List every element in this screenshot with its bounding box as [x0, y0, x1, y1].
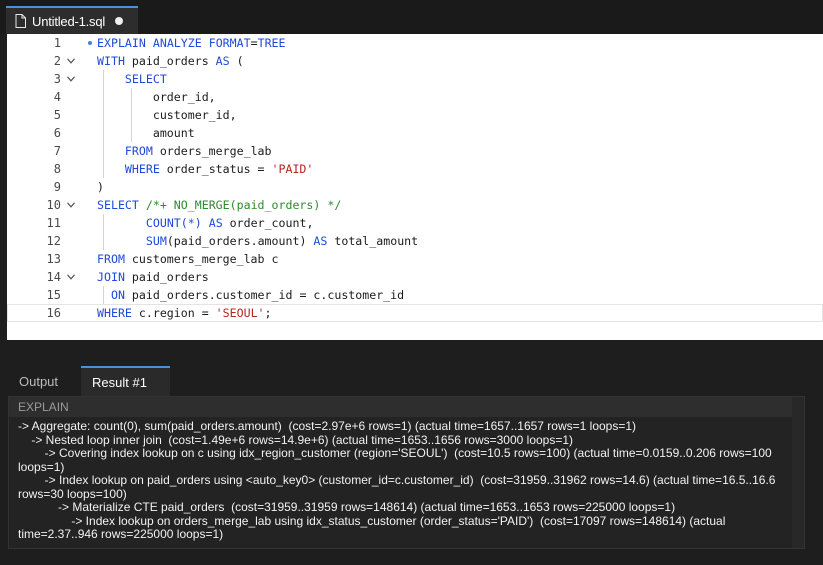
code-text[interactable]: JOIN paid_orders [97, 268, 209, 286]
code-text[interactable]: COUNT(*) AS order_count, [97, 214, 314, 232]
line-number: 7 [53, 144, 61, 158]
code-line[interactable]: 4 order_id, [7, 88, 823, 106]
line-number: 4 [53, 90, 61, 104]
chevron-down-icon[interactable] [67, 202, 75, 208]
line-number: 3 [53, 72, 61, 86]
line-number: 10 [46, 198, 61, 212]
line-number: 11 [46, 216, 61, 230]
explain-result-cell[interactable]: -> Aggregate: count(0), sum(paid_orders.… [18, 419, 798, 542]
code-text[interactable]: SELECT /*+ NO_MERGE(paid_orders) */ [97, 196, 341, 214]
code-text[interactable]: SELECT [97, 70, 167, 88]
code-text[interactable]: amount [97, 124, 195, 142]
code-line[interactable]: 16 WHERE c.region = 'SEOUL'; [7, 304, 823, 322]
code-line[interactable]: 7 FROM orders_merge_lab [7, 142, 823, 160]
line-number: 9 [53, 180, 61, 194]
code-text[interactable]: ON paid_orders.customer_id = c.customer_… [97, 286, 404, 304]
code-line[interactable]: 2 WITH paid_orders AS ( [7, 52, 823, 70]
line-number: 6 [53, 126, 61, 140]
code-line[interactable]: 5 customer_id, [7, 106, 823, 124]
unsaved-indicator-icon[interactable] [115, 17, 124, 25]
line-number: 5 [53, 108, 61, 122]
editor-tab-untitled-1[interactable]: Untitled-1.sql [6, 6, 138, 34]
code-line[interactable]: 8 WHERE order_status = 'PAID' [7, 160, 823, 178]
code-text[interactable]: WHERE c.region = 'SEOUL'; [97, 304, 272, 322]
line-number: 16 [46, 306, 61, 320]
file-icon [15, 14, 26, 28]
tab-output[interactable]: Output [19, 366, 58, 396]
code-line[interactable]: 3 SELECT [7, 70, 823, 88]
editor-tab-bar: Untitled-1.sql [0, 0, 823, 34]
line-number: 1 [53, 36, 61, 50]
code-line[interactable]: 14 JOIN paid_orders [7, 268, 823, 286]
column-header[interactable]: EXPLAIN [9, 397, 804, 417]
vertical-scrollbar[interactable] [792, 397, 804, 548]
tab-output-label: Output [19, 373, 59, 389]
code-text[interactable]: SUM(paid_orders.amount) AS total_amount [97, 232, 418, 250]
result-line: -> Index lookup on orders_merge_lab usin… [18, 513, 729, 541]
sql-editor[interactable]: 1 EXPLAIN ANALYZE FORMAT=TREE 2 WITH paid_o… [7, 34, 823, 340]
code-line[interactable]: 11 COUNT(*) AS order_count, [7, 214, 823, 232]
result-grid[interactable]: EXPLAIN -> Aggregate: count(0), sum(paid… [8, 396, 805, 549]
result-line: -> Nested loop inner join (cost=1.49e+6 … [18, 432, 574, 447]
code-text[interactable]: EXPLAIN ANALYZE FORMAT=TREE [97, 34, 286, 52]
result-line: -> Index lookup on paid_orders using <au… [18, 473, 779, 501]
tab-title: Untitled-1.sql [32, 13, 106, 29]
code-text[interactable]: FROM customers_merge_lab c [97, 250, 278, 268]
line-number: 12 [46, 234, 61, 248]
code-text[interactable]: ) [97, 178, 104, 196]
code-line[interactable]: 10 SELECT /*+ NO_MERGE(paid_orders) */ [7, 196, 823, 214]
line-number: 14 [46, 270, 61, 284]
code-line[interactable]: 1 EXPLAIN ANALYZE FORMAT=TREE [7, 34, 823, 52]
line-number: 8 [53, 162, 61, 176]
code-line[interactable]: 6 amount [7, 124, 823, 142]
code-line[interactable]: 12 SUM(paid_orders.amount) AS total_amou… [7, 232, 823, 250]
code-text[interactable]: WITH paid_orders AS ( [97, 52, 244, 70]
tab-result-label: Result #1 [92, 374, 147, 390]
tab-result-1[interactable]: Result #1 [81, 366, 170, 396]
code-line[interactable]: 9) [7, 178, 823, 196]
result-line: -> Aggregate: count(0), sum(paid_orders.… [18, 419, 637, 433]
chevron-down-icon[interactable] [67, 274, 75, 280]
result-line: -> Covering index lookup on c using idx_… [18, 446, 776, 474]
line-number: 15 [46, 288, 61, 302]
chevron-down-icon[interactable] [67, 58, 75, 64]
modified-marker-icon [88, 41, 92, 45]
line-number: 2 [53, 54, 61, 68]
line-number: 13 [46, 252, 61, 266]
code-text[interactable]: FROM orders_merge_lab [97, 142, 272, 160]
chevron-down-icon[interactable] [67, 76, 75, 82]
panel-tab-bar: Output Result #1 [0, 366, 823, 396]
code-text[interactable]: order_id, [97, 88, 216, 106]
column-header-label: EXPLAIN [18, 400, 69, 414]
code-text[interactable]: WHERE order_status = 'PAID' [97, 160, 313, 178]
code-text[interactable]: customer_id, [97, 106, 237, 124]
code-line[interactable]: 15 ON paid_orders.customer_id = c.custom… [7, 286, 823, 304]
result-line: -> Materialize CTE paid_orders (cost=319… [18, 500, 676, 514]
code-line[interactable]: 13 FROM customers_merge_lab c [7, 250, 823, 268]
